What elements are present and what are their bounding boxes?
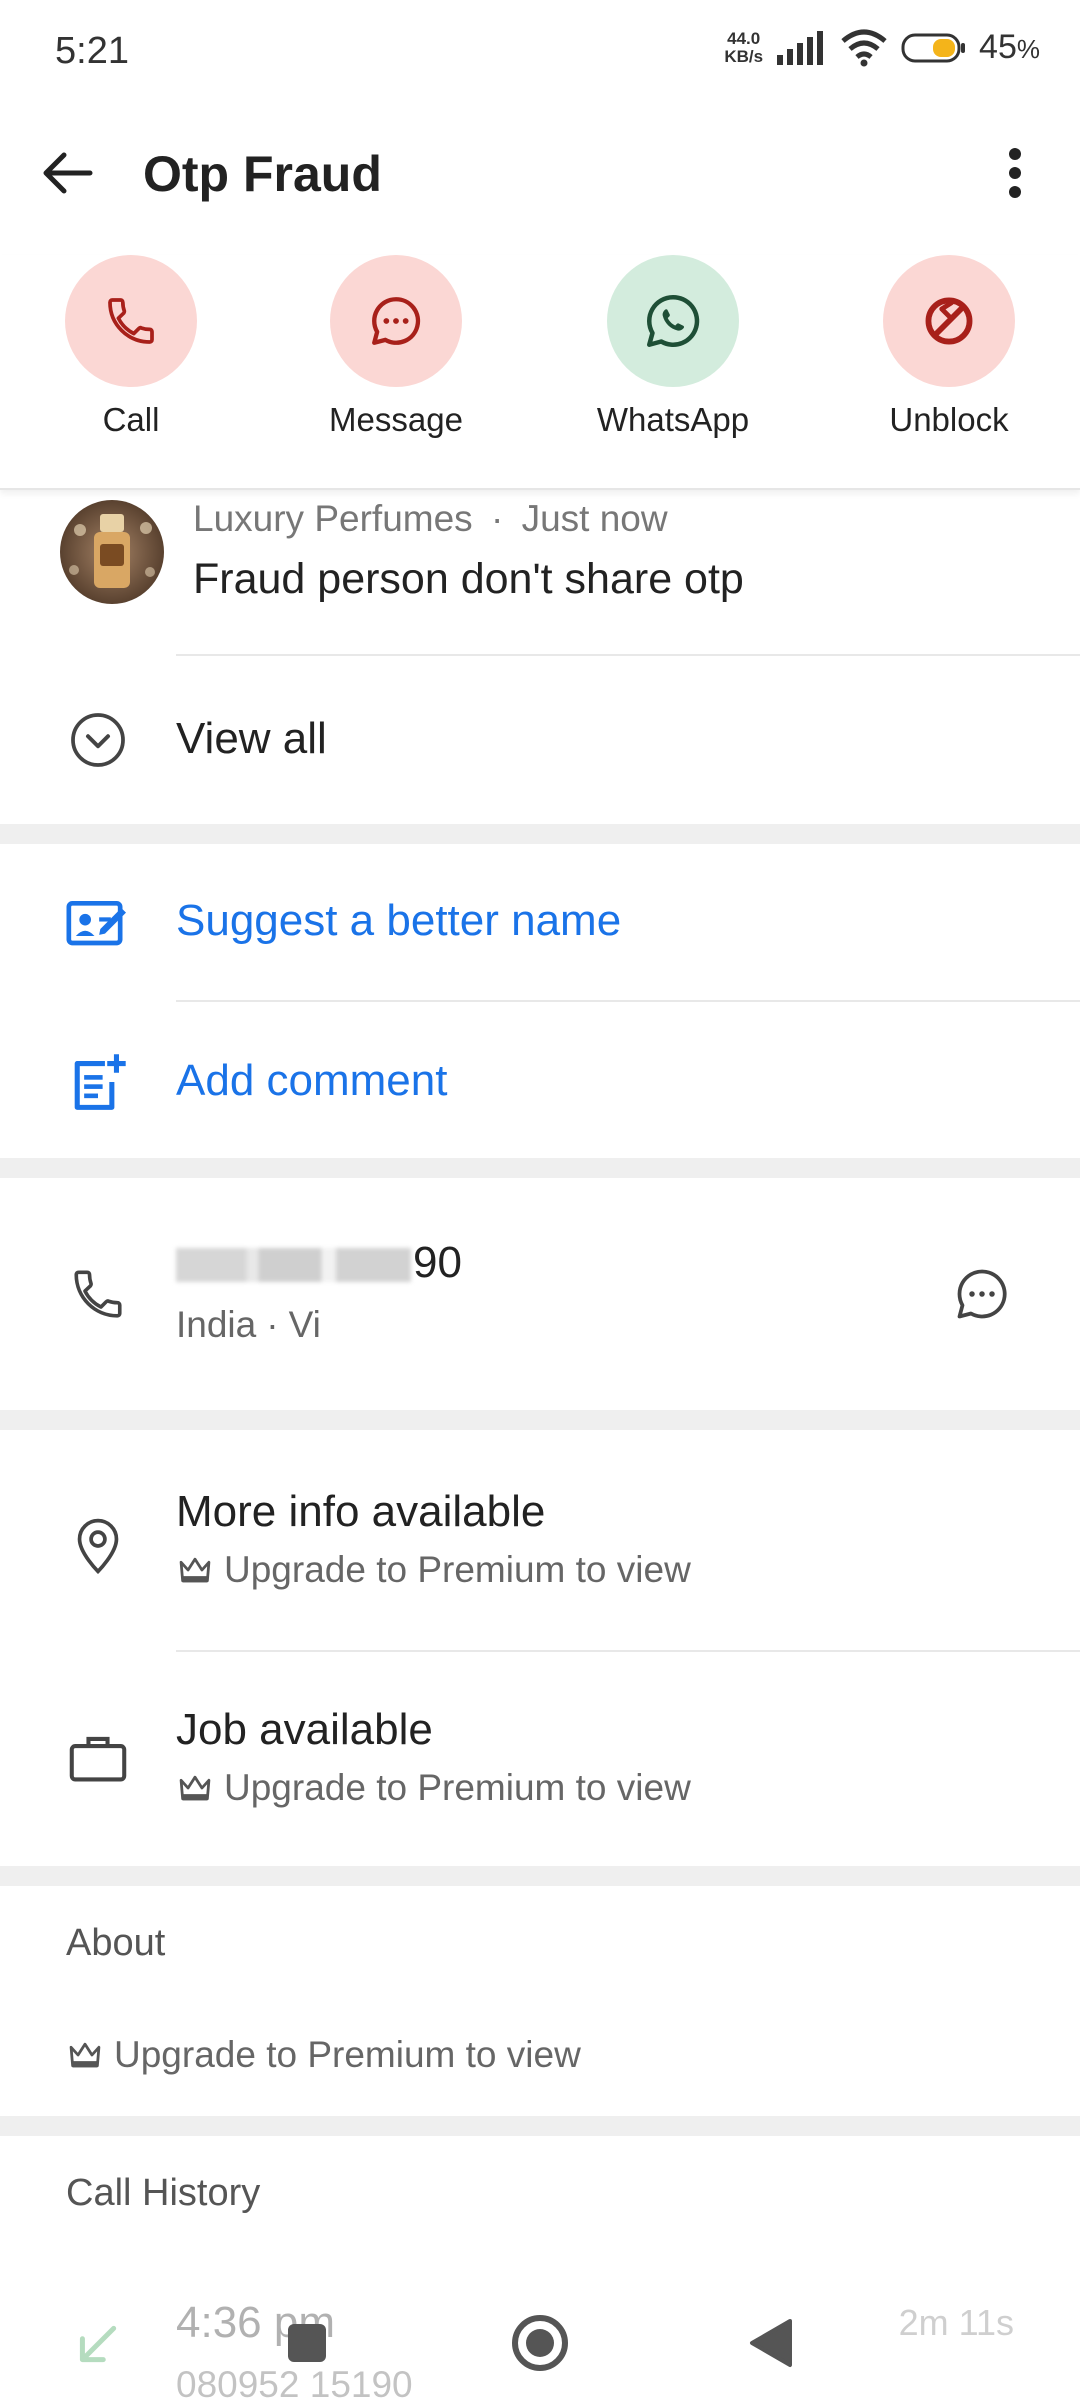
- section-separator: [0, 1866, 1080, 1886]
- back-button[interactable]: [30, 135, 105, 210]
- whatsapp-action[interactable]: WhatsApp: [573, 255, 773, 439]
- about-upgrade[interactable]: Upgrade to Premium to view: [66, 2034, 581, 2076]
- battery-icon: [901, 33, 966, 62]
- phone-location: India · Vi: [176, 1304, 321, 1346]
- call-label: Call: [102, 401, 160, 438]
- app-bar: Otp Fraud: [0, 110, 1080, 260]
- add-comment-label: Add comment: [176, 1056, 448, 1105]
- section-separator: [0, 1158, 1080, 1178]
- view-all-label: View all: [176, 714, 327, 763]
- crown-icon: [179, 1775, 211, 1801]
- section-separator: [0, 824, 1080, 844]
- call-history-heading: Call History: [66, 2172, 261, 2214]
- more-info-title: More info available: [176, 1487, 546, 1536]
- quick-actions: Call Message WhatsApp Unblock: [0, 255, 1080, 490]
- phone-number: 90: [176, 1238, 462, 1288]
- unblock-action[interactable]: Unblock: [849, 255, 1049, 439]
- crown-icon: [69, 2042, 101, 2068]
- chevron-down-circle-icon: [60, 702, 136, 778]
- unblock-label: Unblock: [889, 401, 1009, 438]
- home-button[interactable]: [505, 2308, 575, 2378]
- status-time: 5:21: [55, 30, 129, 72]
- message-action-circle[interactable]: [330, 255, 462, 387]
- briefcase-icon: [60, 1720, 136, 1796]
- more-vert-icon: [1009, 147, 1021, 198]
- comment-author: Luxury Perfumes: [193, 498, 473, 539]
- phone-number-row[interactable]: 90 India · Vi: [0, 1178, 1080, 1410]
- more-info-row[interactable]: More info available Upgrade to Premium t…: [0, 1430, 1080, 1650]
- battery-percent: 45%: [979, 28, 1040, 66]
- message-action[interactable]: Message: [296, 255, 496, 439]
- square-icon: [288, 2324, 326, 2362]
- phone-icon: [108, 298, 154, 344]
- phone-icon: [60, 1256, 136, 1332]
- message-label: Message: [329, 401, 463, 438]
- whatsapp-action-circle[interactable]: [607, 255, 739, 387]
- message-icon: [957, 1269, 1007, 1319]
- more-options-button[interactable]: [980, 135, 1050, 210]
- redacted-number: [176, 1248, 411, 1283]
- call-action-circle[interactable]: [65, 255, 197, 387]
- wifi-icon: [841, 29, 887, 66]
- add-note-icon: [60, 1044, 136, 1120]
- whatsapp-icon: [647, 294, 700, 347]
- suggest-name-row[interactable]: Suggest a better name: [0, 844, 1080, 1000]
- suggest-name-label: Suggest a better name: [176, 896, 622, 945]
- view-all-row[interactable]: View all: [0, 656, 1080, 824]
- triangle-back-icon: [750, 2319, 792, 2367]
- section-separator: [0, 1410, 1080, 1430]
- comment-time: Just now: [521, 498, 668, 539]
- unblock-icon: [925, 297, 973, 345]
- comment-meta: Luxury Perfumes · Just now: [193, 498, 668, 540]
- phone-carrier: Vi: [288, 1304, 321, 1345]
- comment-text: Fraud person don't share otp: [193, 555, 744, 603]
- add-comment-row[interactable]: Add comment: [0, 1002, 1080, 1158]
- recent-apps-button[interactable]: [272, 2308, 342, 2378]
- phone-country: India: [176, 1304, 257, 1345]
- crown-icon: [179, 1557, 211, 1583]
- unblock-action-circle[interactable]: [883, 255, 1015, 387]
- network-speed: 44.0 KB/s: [724, 28, 764, 66]
- perfume-avatar-image: [60, 500, 164, 604]
- comment-avatar: [60, 500, 164, 604]
- job-upgrade: Upgrade to Premium to view: [176, 1767, 691, 1809]
- section-separator: [0, 2116, 1080, 2136]
- job-row[interactable]: Job available Upgrade to Premium to view: [0, 1652, 1080, 1866]
- location-pin-icon: [60, 1508, 136, 1584]
- job-title: Job available: [176, 1705, 433, 1754]
- status-indicators: 44.0 KB/s 45%: [724, 28, 1040, 67]
- meta-separator: ·: [490, 498, 504, 539]
- page-title: Otp Fraud: [143, 146, 382, 202]
- system-nav-bar: [0, 2270, 1080, 2400]
- call-action[interactable]: Call: [31, 255, 231, 439]
- sms-button[interactable]: [944, 1256, 1020, 1332]
- more-info-upgrade: Upgrade to Premium to view: [176, 1549, 691, 1591]
- whatsapp-label: WhatsApp: [596, 401, 750, 438]
- arrow-left-icon: [43, 152, 92, 193]
- status-bar: 5:21 44.0 KB/s 45%: [0, 0, 1080, 110]
- signal-icon: [777, 30, 824, 65]
- edit-contact-card-icon: [60, 884, 136, 960]
- back-nav-button[interactable]: [736, 2308, 806, 2378]
- about-heading: About: [66, 1922, 166, 1964]
- message-icon: [372, 297, 421, 345]
- meta-separator: ·: [266, 1304, 279, 1345]
- home-circle-icon: [512, 2315, 568, 2371]
